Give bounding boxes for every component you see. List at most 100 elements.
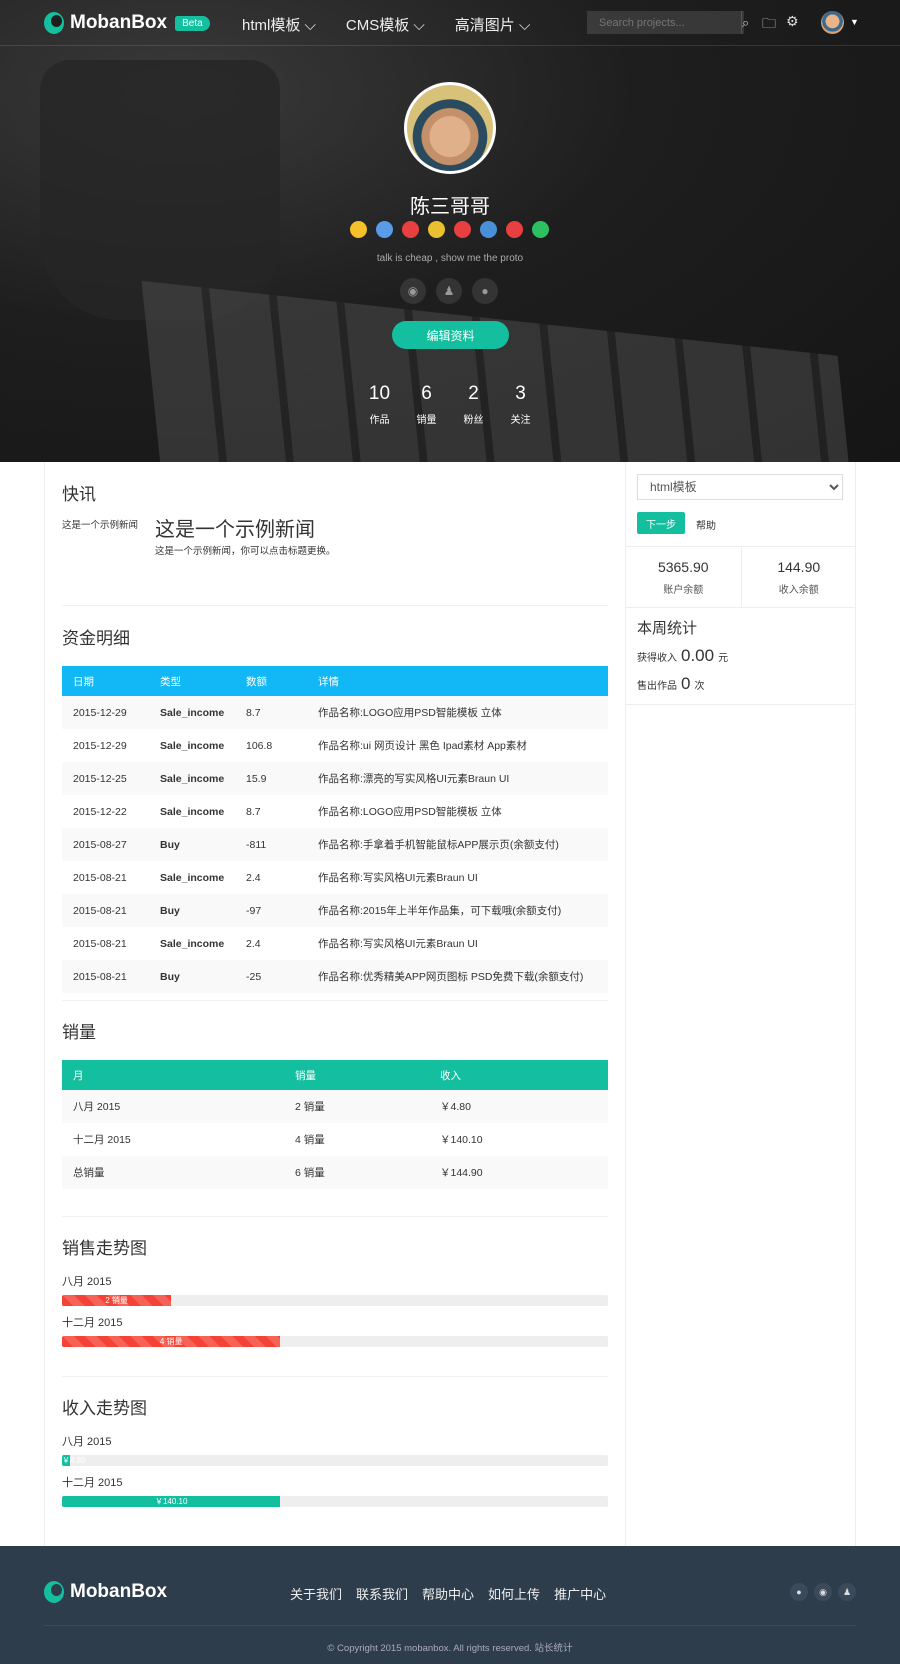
table-cell: Buy [149,894,235,927]
footer-logo[interactable]: MobanBox [44,1581,167,1603]
table-cell: 作品名称:2015年上半年作品集，可下载哦(余额支付) [307,894,608,927]
table-cell: 4 销量 [295,1134,325,1146]
table-cell: -811 [235,828,307,861]
beta-badge: Beta [175,15,210,31]
table-cell: 8.7 [235,696,307,729]
table-cell: 2015-08-21 [73,871,127,884]
funds-title: 资金明细 [62,629,130,648]
table-cell: Buy [149,960,235,993]
news-title: 快讯 [62,485,96,504]
column-header: 日期 [73,675,94,688]
next-step-button[interactable]: 下一步 [637,512,685,534]
table-cell: Sale_income [160,739,225,752]
income-trend-title: 收入走势图 [62,1399,147,1418]
stat-fans[interactable]: 2 粉丝 [450,383,497,426]
table-cell: 8.7 [246,805,261,818]
copyright: © Copyright 2015 mobanbox. All rights re… [327,1643,573,1654]
profile-stats: 10 作品 6 销量 2 粉丝 3 关注 [356,383,544,426]
wechat-icon[interactable]: ● [472,278,498,304]
badge-icon[interactable] [350,221,367,238]
caret-down-icon[interactable]: ▼ [850,17,859,27]
profile-name: 陈三哥哥 [410,196,490,218]
footer-link-promo[interactable]: 推广中心 [554,1584,606,1603]
news-side-label: 这是一个示例新闻 [62,520,139,531]
badge-icon[interactable] [532,221,549,238]
table-row: 2015-12-22 Sale_income 8.7 作品名称:LOGO应用PSD智能… [62,795,608,828]
profile-hero: MobanBox Beta html模板 ⌵ CMS模板 ⌵ 高清图片 ⌵ ⌕ 🗀… [0,0,900,462]
table-cell: 2.4 [246,937,261,950]
progress-track: 4 销量 [62,1336,608,1347]
table-cell: 2 销量 [284,1090,429,1123]
table-cell: 作品名称:写实风格UI元素Braun UI [318,872,478,884]
folder-icon[interactable]: 🗀 [762,13,776,37]
table-cell: 6 销量 [284,1156,429,1189]
brand-name: MobanBox [70,12,168,33]
hero-background-keyboard [141,280,859,462]
user-avatar-menu[interactable] [821,11,844,34]
progress-fill: ￥4.80 [62,1455,86,1466]
achievement-badges [350,221,549,238]
help-link[interactable]: 帮助 [696,517,716,532]
profile-motto: talk is cheap , show me the proto [376,253,524,264]
nav-menu-html[interactable]: html模板 ⌵ [242,14,316,35]
divider [626,704,856,705]
search-input[interactable] [587,11,741,34]
news-headline[interactable]: 这是一个示例新闻 [155,513,315,542]
table-cell: 作品名称:优秀精美APP网页图标 PSD免费下载(余额支付) [307,960,608,993]
weekly-earned: 获得收入 0.00 元 [637,646,729,665]
weibo-icon[interactable]: ◉ [814,1583,832,1601]
column-header: 数额 [246,675,267,688]
edit-profile-button[interactable]: 编辑资料 [392,321,509,349]
table-cell: 总销量 [62,1156,284,1189]
search-icon[interactable]: ⌕ [741,11,749,34]
footer-link-upload[interactable]: 如何上传 [488,1584,540,1603]
footer-link-contact[interactable]: 联系我们 [356,1584,408,1603]
table-cell: -97 [235,894,307,927]
badge-icon[interactable] [506,221,523,238]
table-row: 总销量 6 销量 ￥144.90 [62,1156,608,1189]
qq-icon[interactable]: ♟ [838,1583,856,1601]
badge-icon[interactable] [402,221,419,238]
top-navbar: MobanBox Beta html模板 ⌵ CMS模板 ⌵ 高清图片 ⌵ ⌕ 🗀… [0,0,900,46]
table-cell: 作品名称:漂亮的写实风格UI元素Braun UI [307,762,608,795]
footer-link-about[interactable]: 关于我们 [290,1584,342,1603]
table-row: 2015-08-21 Sale_income 2.4 作品名称:写实风格UI元素Bra… [62,927,608,960]
nav-menu-images[interactable]: 高清图片 ⌵ [455,14,531,35]
badge-icon[interactable] [480,221,497,238]
table-cell: 2015-12-29 [62,696,149,729]
table-cell: 作品名称:LOGO应用PSD智能模板 立体 [318,806,502,818]
table-cell: -25 [235,960,307,993]
table-row: 2015-08-27 Buy -811 作品名称:手拿着手机智能鼠标APP展示页(余额… [62,828,608,861]
stat-following[interactable]: 3 关注 [497,383,544,426]
divider [62,605,608,606]
footer-link-help[interactable]: 帮助中心 [422,1584,474,1603]
table-cell: 2.4 [246,871,261,884]
column-header: 销量 [295,1069,316,1082]
news-desc: 这是一个示例新闻，你可以点击标题更换。 [155,546,336,557]
footer: MobanBox 关于我们 联系我们 帮助中心 如何上传 推广中心 ● ◉ ♟ © … [0,1546,900,1664]
income-balance: 144.90 收入余额 [740,547,857,607]
template-select[interactable]: html模板 [637,474,843,500]
weekly-stats: 本周统计 获得收入 0.00 元 售出作品 0 次 [637,620,729,693]
badge-icon[interactable] [454,221,471,238]
stat-works[interactable]: 10 作品 [356,383,403,426]
gear-icon[interactable]: ⚙ [786,13,799,37]
table-cell: 2015-12-22 [73,805,127,818]
badge-icon[interactable] [376,221,393,238]
weibo-icon[interactable]: ◉ [400,278,426,304]
brand-logo[interactable]: MobanBox Beta [44,12,210,34]
table-cell: Sale_income [160,871,225,884]
table-cell: 作品名称:ui 网页设计 黑色 Ipad素材 App素材 [318,740,527,752]
table-cell: ￥4.80 [429,1090,608,1123]
qq-icon[interactable]: ♟ [436,278,462,304]
badge-icon[interactable] [428,221,445,238]
table-row: 2015-08-21 Buy -97 作品名称:2015年上半年作品集，可下载哦(余额… [62,894,608,927]
funds-table: 日期 类型 数额 详情 2015-12-29 Sale_income 8.7 作品名称:LO… [62,666,608,993]
divider [62,1000,608,1001]
wechat-icon[interactable]: ● [790,1583,808,1601]
stat-sales[interactable]: 6 销量 [403,383,450,426]
nav-menu-cms[interactable]: CMS模板 ⌵ [346,14,425,35]
divider [62,1216,608,1217]
table-cell: 2015-08-21 [62,960,149,993]
table-cell: 作品名称:手拿着手机智能鼠标APP展示页(余额支付) [307,828,608,861]
